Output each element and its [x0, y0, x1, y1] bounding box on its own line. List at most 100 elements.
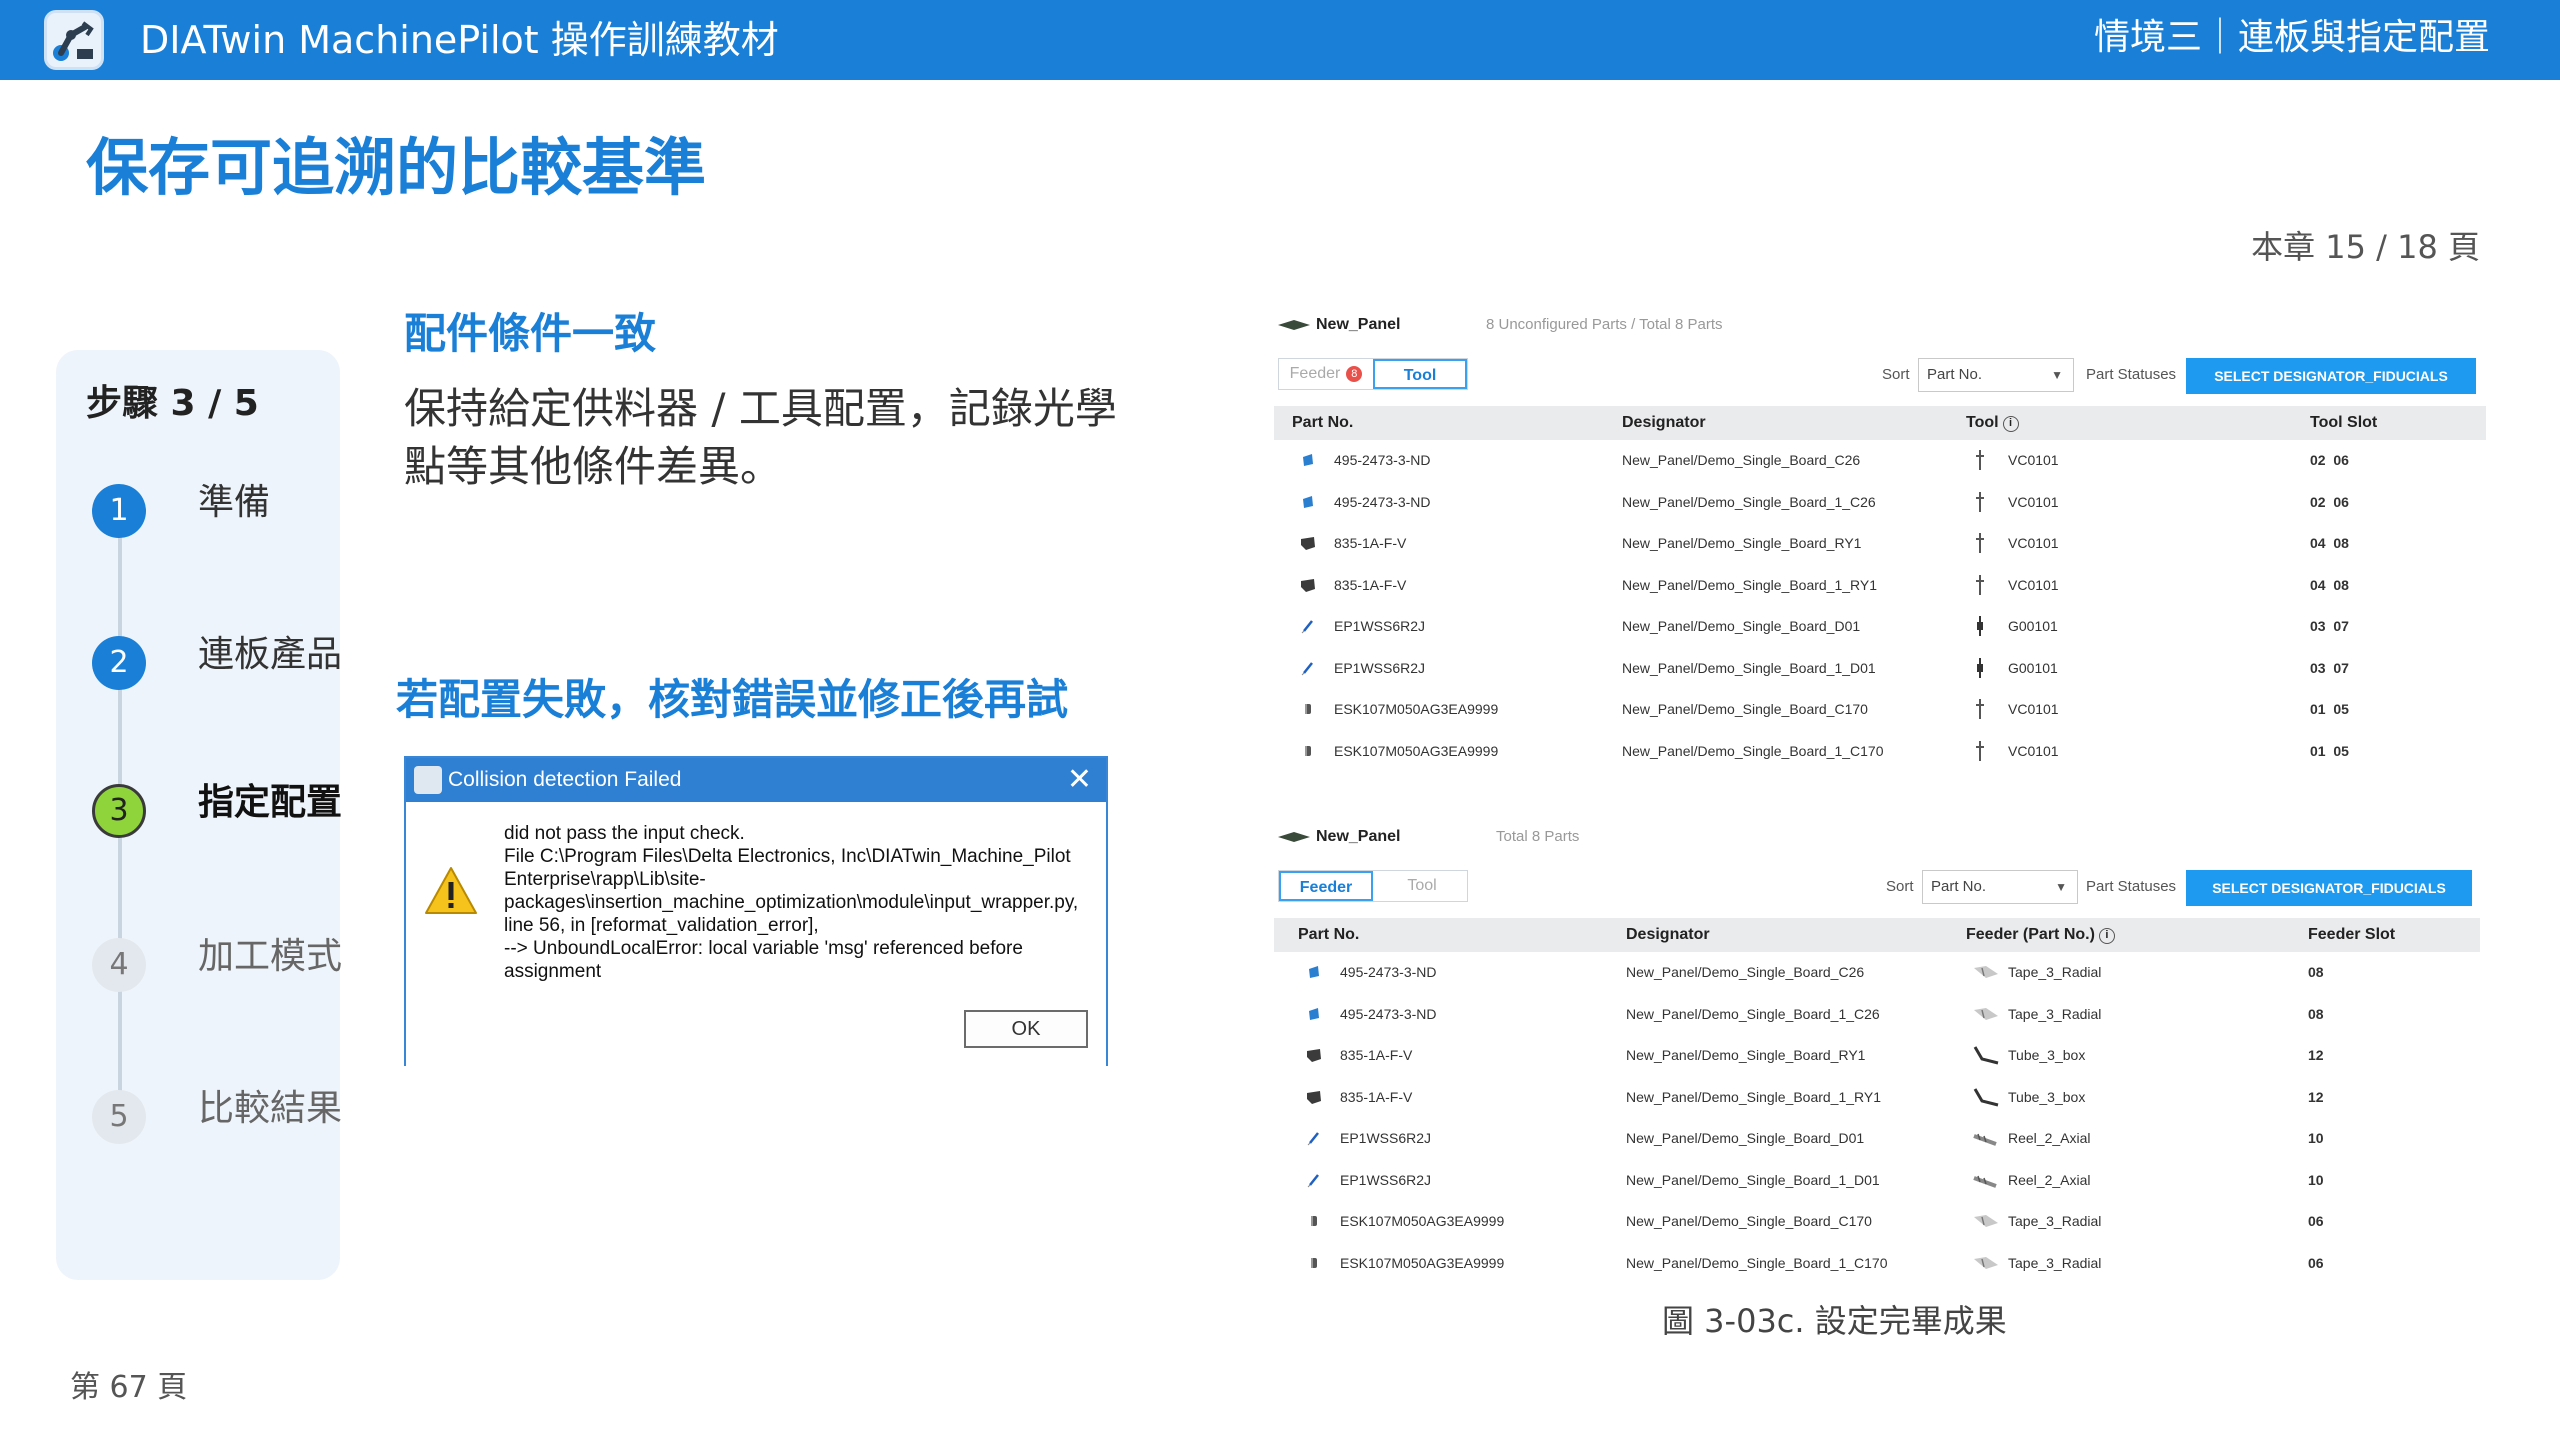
component-blue-icon: [1306, 1006, 1322, 1022]
vacuum-nozzle-icon: [1972, 697, 1988, 721]
step-item-prepare[interactable]: 1 準備: [92, 476, 332, 538]
step-number: 3: [92, 784, 146, 838]
column-header-feeder-label: Feeder (Part No.): [1966, 926, 2095, 943]
component-cap-icon: [1306, 1213, 1322, 1229]
component-blue-icon: [1306, 964, 1322, 980]
component-cap-icon: [1306, 1255, 1322, 1271]
cell-tool: VC0101: [2008, 452, 2059, 468]
dialog-message: did not pass the input check. File C:\Pr…: [504, 823, 1079, 982]
step-item-panel-product[interactable]: 2 連板產品: [92, 628, 342, 690]
cell-part-no: ESK107M050AG3EA9999: [1334, 701, 1499, 717]
cell-feeder: Reel_2_Axial: [2008, 1171, 2091, 1188]
vacuum-nozzle-icon: [1972, 573, 1988, 597]
component-blue-icon: [1300, 452, 1316, 468]
tube-feeder-icon: [1972, 1045, 2000, 1065]
tab-feeder[interactable]: Feeder 8: [1279, 359, 1373, 389]
reel-feeder-icon: [1972, 1170, 2000, 1190]
cell-designator: New_Panel/Demo_Single_Board_D01: [1626, 1130, 1865, 1146]
step-label: 指定配置: [198, 782, 343, 823]
column-header-designator: Designator: [1626, 926, 1710, 943]
panel-header: New_Panel 8 Unconfigured Parts / Total 8…: [1274, 306, 2486, 346]
section-title-failure: 若配置失敗，核對錯誤並修正後再試: [396, 675, 1069, 724]
cell-designator: New_Panel/Demo_Single_Board_1_RY1: [1626, 1088, 1882, 1105]
component-resistor-icon: [1300, 660, 1316, 676]
table-row[interactable]: ESK107M050AG3EA9999 New_Panel/Demo_Single…: [1274, 1201, 2480, 1242]
sort-select[interactable]: Part No. ▼: [1922, 870, 2078, 904]
tape-feeder-icon: [1972, 962, 2000, 982]
app-title: DIATwin MachinePilot 操作訓練教材: [140, 18, 779, 62]
table-row[interactable]: 495-2473-3-ND New_Panel/Demo_Single_Board…: [1274, 482, 2486, 523]
table-row[interactable]: 835-1A-F-V New_Panel/Demo_Single_Board_1_…: [1274, 1077, 2480, 1118]
page-number: 第 67 頁: [70, 1370, 188, 1405]
cell-designator: New_Panel/Demo_Single_Board_1_C170: [1626, 1254, 1888, 1271]
cell-slot: 01 05: [2310, 701, 2349, 717]
table-header: Part No. Designator Feeder (Part No.) i F…: [1274, 918, 2480, 952]
cell-tool: VC0101: [2008, 576, 2059, 593]
tab-tool[interactable]: Tool: [1373, 359, 1467, 389]
cell-slot: 08: [2308, 964, 2324, 980]
step-label: 準備: [198, 482, 271, 523]
sort-value: Part No.: [1927, 366, 1983, 383]
chapter-page-counter: 本章 15 / 18 頁: [2251, 228, 2480, 266]
component-resistor-icon: [1306, 1130, 1322, 1146]
cell-designator: New_Panel/Demo_Single_Board_C170: [1622, 701, 1868, 717]
table-row[interactable]: 835-1A-F-V New_Panel/Demo_Single_Board_RY…: [1274, 1035, 2480, 1076]
table-row[interactable]: 495-2473-3-ND New_Panel/Demo_Single_Board…: [1274, 440, 2486, 481]
table-row[interactable]: EP1WSS6R2J New_Panel/Demo_Single_Board_1_…: [1274, 1160, 2480, 1201]
select-designator-fiducials-button[interactable]: SELECT DESIGNATOR_FIDUCIALS: [2186, 358, 2476, 394]
table-row[interactable]: ESK107M050AG3EA9999 New_Panel/Demo_Single…: [1274, 1243, 2480, 1284]
table-row[interactable]: 495-2473-3-ND New_Panel/Demo_Single_Board…: [1274, 952, 2480, 993]
step-number: 1: [92, 484, 146, 538]
cell-designator: New_Panel/Demo_Single_Board_1_D01: [1622, 659, 1876, 676]
table-row[interactable]: EP1WSS6R2J New_Panel/Demo_Single_Board_1_…: [1274, 648, 2486, 689]
table-row[interactable]: ESK107M050AG3EA9999 New_Panel/Demo_Single…: [1274, 731, 2486, 772]
dialog-titlebar[interactable]: Collision detection Failed ✕: [406, 758, 1106, 802]
vacuum-nozzle-icon: [1972, 739, 1988, 763]
tape-feeder-icon: [1972, 1211, 2000, 1231]
cell-designator: New_Panel/Demo_Single_Board_C26: [1622, 452, 1861, 468]
tab-bar: Feeder 8 Tool: [1278, 358, 1468, 390]
cell-tool: G00101: [2008, 618, 2058, 634]
cell-designator: New_Panel/Demo_Single_Board_1_C26: [1626, 1005, 1880, 1022]
dialog-title: Collision detection Failed: [448, 768, 682, 791]
cell-part-no: EP1WSS6R2J: [1340, 1130, 1432, 1146]
table-row[interactable]: 495-2473-3-ND New_Panel/Demo_Single_Board…: [1274, 994, 2480, 1035]
close-icon[interactable]: ✕: [1067, 762, 1092, 798]
cell-tool: VC0101: [2008, 701, 2059, 717]
column-header-tool: Tool i: [1966, 414, 2019, 432]
table-row[interactable]: 835-1A-F-V New_Panel/Demo_Single_Board_RY…: [1274, 523, 2486, 564]
info-icon[interactable]: i: [2002, 416, 2019, 432]
component-dark-icon: [1306, 1089, 1322, 1105]
gripper-icon: [1972, 656, 1988, 680]
vacuum-nozzle-icon: [1972, 490, 1988, 514]
gripper-icon: [1972, 614, 1988, 638]
table-row[interactable]: ESK107M050AG3EA9999 New_Panel/Demo_Single…: [1274, 689, 2486, 730]
tab-feeder[interactable]: Feeder: [1279, 871, 1373, 901]
component-dark-icon: [1300, 577, 1316, 593]
cell-designator: New_Panel/Demo_Single_Board_RY1: [1622, 535, 1862, 551]
step-item-compare-results[interactable]: 5 比較結果: [92, 1082, 342, 1144]
ok-button[interactable]: OK: [964, 1010, 1088, 1048]
info-icon[interactable]: i: [2098, 928, 2115, 944]
select-designator-fiducials-button[interactable]: SELECT DESIGNATOR_FIDUCIALS: [2186, 870, 2472, 906]
cell-part-no: 495-2473-3-ND: [1334, 452, 1431, 468]
step-item-process-mode[interactable]: 4 加工模式: [92, 930, 342, 992]
panel-header: New_Panel Total 8 Parts: [1274, 818, 2480, 858]
table-row[interactable]: 835-1A-F-V New_Panel/Demo_Single_Board_1_…: [1274, 565, 2486, 606]
table-row[interactable]: EP1WSS6R2J New_Panel/Demo_Single_Board_D0…: [1274, 606, 2486, 647]
step-item-assign-config[interactable]: 3 指定配置: [92, 776, 342, 838]
cell-part-no: EP1WSS6R2J: [1334, 618, 1426, 634]
feeder-config-table: New_Panel Total 8 Parts Feeder Tool Sort…: [1274, 818, 2480, 1288]
component-blue-icon: [1300, 494, 1316, 510]
cell-feeder: Tape_3_Radial: [2008, 1005, 2102, 1022]
sort-select[interactable]: Part No. ▼: [1918, 358, 2074, 392]
table-row[interactable]: EP1WSS6R2J New_Panel/Demo_Single_Board_D0…: [1274, 1118, 2480, 1159]
cell-slot: 08: [2308, 1005, 2324, 1022]
top-bar: DIATwin MachinePilot 操作訓練教材 情境三｜連板與指定配置: [0, 0, 2560, 80]
cell-tool: VC0101: [2008, 742, 2059, 759]
cell-tool: VC0101: [2008, 493, 2059, 510]
tab-tool[interactable]: Tool: [1375, 871, 1469, 901]
cell-feeder: Tape_3_Radial: [2008, 1213, 2102, 1229]
panel-name: New_Panel: [1316, 828, 1401, 845]
section-body-accessories: 保持給定供料器 / 工具配置，記錄光學點等其他條件差異。: [404, 384, 1117, 491]
